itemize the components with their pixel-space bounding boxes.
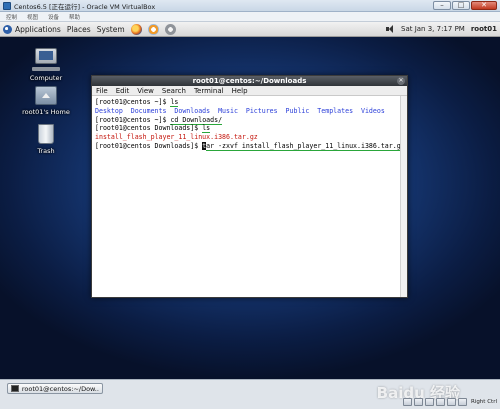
terminal-line: Desktop Documents Downloads Music Pictur… <box>95 106 385 115</box>
network-icon[interactable] <box>435 398 445 406</box>
desktop-icon-computer[interactable]: Computer <box>16 48 76 82</box>
vbox-menu-control[interactable]: 控制 <box>6 13 17 21</box>
vbox-window-title: Centos6.5 [正在运行] - Oracle VM VirtualBox <box>14 2 156 11</box>
terminal-line: [root01@centos ~]$ ls <box>95 98 404 107</box>
computer-icon <box>35 48 57 64</box>
virtualbox-icon <box>3 1 11 10</box>
command-text: ls <box>170 98 179 107</box>
applications-label: Applications <box>15 24 61 34</box>
host-key-label: Right Ctrl <box>470 399 497 405</box>
taskbar-terminal-label: root01@centos:~/Dow... <box>21 384 99 393</box>
vbox-menu-help[interactable]: 帮助 <box>69 13 80 21</box>
terminal-title: root01@centos:~/Downloads <box>192 77 307 85</box>
desktop-icon-trash-label: Trash <box>37 147 55 155</box>
desktop-icon-home-label: root01's Home <box>22 108 70 116</box>
vbox-menu-devices[interactable]: 设备 <box>48 13 59 21</box>
hard-disk-icon[interactable] <box>402 398 412 406</box>
terminal-line: [root01@centos Downloads]$ tar -zxvf ins… <box>95 141 405 151</box>
terminal-icon <box>11 385 19 392</box>
gnome-foot-icon <box>3 24 12 34</box>
taskbar-terminal-button[interactable]: root01@centos:~/Dow... <box>7 383 103 394</box>
panel-clock[interactable]: Sat Jan 3, 7:17 PM <box>401 25 465 33</box>
terminal-scrollbar[interactable] <box>400 96 407 297</box>
computer-base <box>32 67 60 71</box>
terminal-close-icon[interactable]: ✕ <box>397 77 405 85</box>
maximize-button[interactable]: □ <box>452 1 470 10</box>
guest-desktop[interactable]: Applications Places System Sat Jan 3, 7:… <box>0 22 500 379</box>
vbox-status-strip: Right Ctrl <box>402 398 497 406</box>
shell-prompt: [root01@centos Downloads]$ <box>95 124 203 133</box>
terminal-menu-search[interactable]: Search <box>162 87 186 95</box>
terminal-line: [root01@centos Downloads]$ ls <box>95 124 404 134</box>
vbox-titlebar: Centos6.5 [正在运行] - Oracle VM VirtualBox … <box>0 0 500 12</box>
places-menu[interactable]: Places <box>67 25 91 34</box>
panel-right-area: Sat Jan 3, 7:17 PM root01 <box>386 25 497 33</box>
applications-menu[interactable]: Applications <box>3 24 61 34</box>
evolution-mail-icon[interactable] <box>147 23 159 35</box>
trash-icon <box>38 124 54 144</box>
close-button[interactable]: ✕ <box>471 1 497 10</box>
terminal-menu-view[interactable]: View <box>137 87 154 95</box>
shared-folder-icon[interactable] <box>446 398 456 406</box>
terminal-menubar: File Edit View Search Terminal Help <box>92 86 407 96</box>
desktop-icon-trash[interactable]: Trash <box>16 124 76 155</box>
home-folder-icon <box>35 86 57 105</box>
shell-prompt: [root01@centos ~]$ <box>95 98 171 106</box>
firefox-icon[interactable] <box>130 23 142 35</box>
mouse-integration-icon[interactable] <box>457 398 467 406</box>
terminal-window[interactable]: root01@centos:~/Downloads ✕ File Edit Vi… <box>91 75 408 298</box>
terminal-output[interactable]: [root01@centos ~]$ ls Desktop Documents … <box>92 96 407 297</box>
terminal-line: [root01@centos ~]$ cd Downloads/ <box>95 115 404 125</box>
panel-user[interactable]: root01 <box>471 25 497 33</box>
vbox-menu-view[interactable]: 视图 <box>27 13 38 21</box>
settings-gear-icon[interactable] <box>164 23 176 35</box>
bottom-bar: root01@centos:~/Dow... Baidu 经验 Right Ct… <box>0 379 500 409</box>
system-menu[interactable]: System <box>97 25 125 34</box>
terminal-menu-help[interactable]: Help <box>232 87 248 95</box>
window-controls: – □ ✕ <box>433 1 497 10</box>
usb-icon[interactable] <box>424 398 434 406</box>
command-text: ls <box>202 124 211 134</box>
terminal-menu-edit[interactable]: Edit <box>116 87 130 95</box>
shell-prompt: [root01@centos Downloads]$ <box>95 141 203 150</box>
command-text: cd Downloads/ <box>170 115 223 125</box>
terminal-menu-terminal[interactable]: Terminal <box>194 87 224 95</box>
vbox-menubar: 控制 视图 设备 帮助 <box>0 12 500 22</box>
minimize-button[interactable]: – <box>433 1 451 10</box>
terminal-titlebar[interactable]: root01@centos:~/Downloads ✕ <box>92 76 407 86</box>
desktop-icon-computer-label: Computer <box>29 74 63 82</box>
gnome-top-panel: Applications Places System Sat Jan 3, 7:… <box>0 22 500 37</box>
shell-prompt: [root01@centos ~]$ <box>95 115 171 124</box>
terminal-line: install_flash_player_11_linux.i386.tar.g… <box>95 133 258 142</box>
command-text: ar -zxvf install_flash_player_11_linux.i… <box>206 141 405 151</box>
desktop-icon-home[interactable]: root01's Home <box>16 86 76 116</box>
volume-icon[interactable] <box>386 25 395 33</box>
terminal-menu-file[interactable]: File <box>96 87 108 95</box>
optical-drive-icon[interactable] <box>413 398 423 406</box>
